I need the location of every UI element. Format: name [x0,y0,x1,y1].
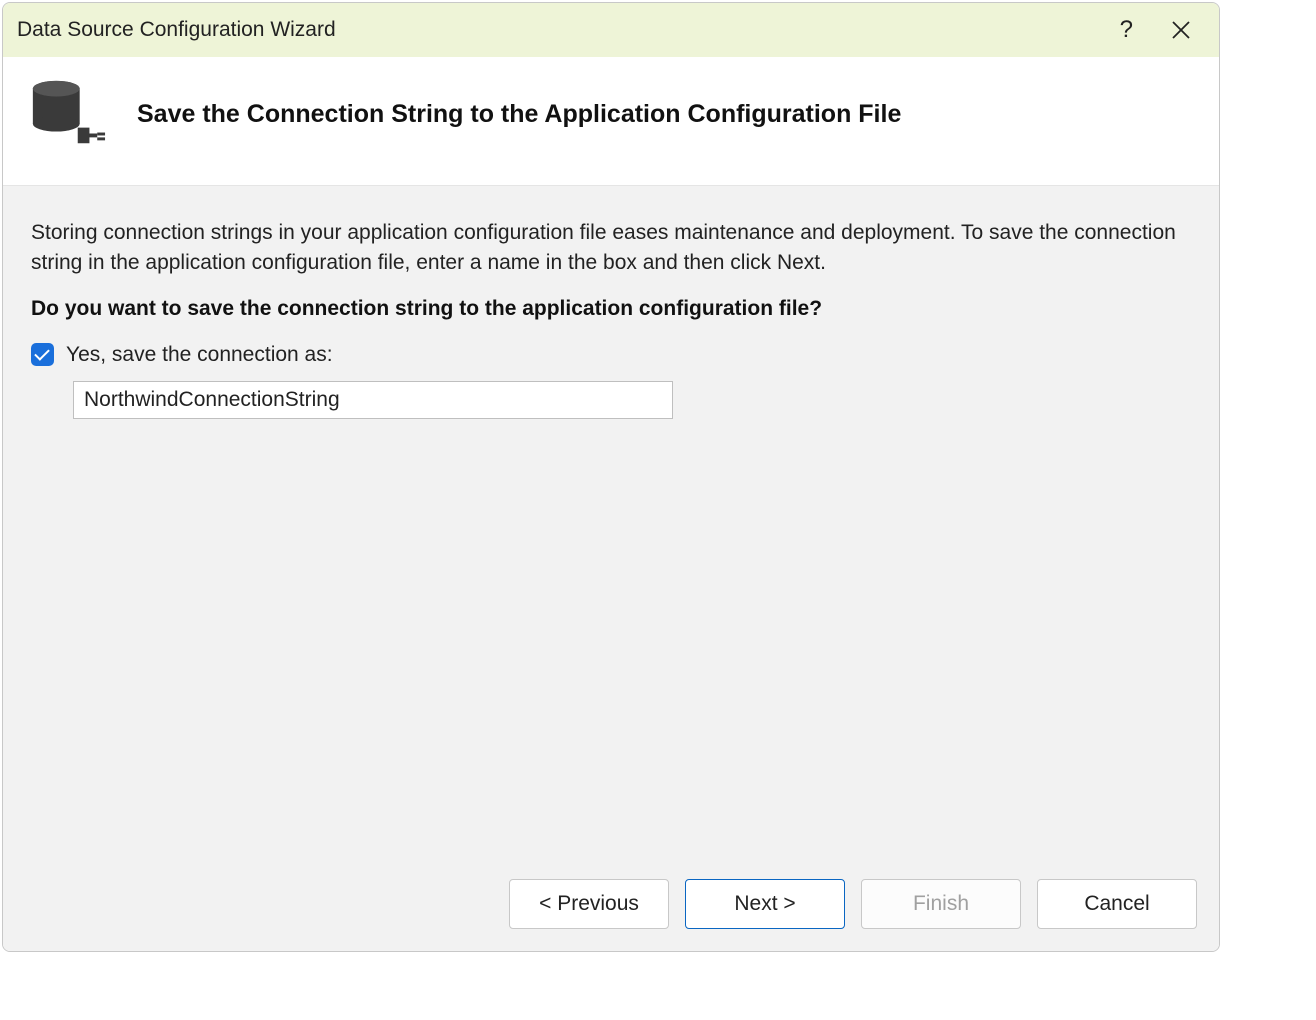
titlebar-controls: ? [1116,12,1205,48]
next-button[interactable]: Next > [685,879,845,929]
description-text: Storing connection strings in your appli… [31,218,1191,279]
question-text: Do you want to save the connection strin… [31,297,1191,321]
help-icon: ? [1120,16,1133,44]
content-area: Storing connection strings in your appli… [3,186,1219,861]
wizard-window: Data Source Configuration Wizard ? [2,2,1220,952]
window-title: Data Source Configuration Wizard [17,18,1116,42]
connection-name-input[interactable] [73,381,673,419]
close-button[interactable] [1167,16,1195,44]
page-title: Save the Connection String to the Applic… [137,100,901,129]
save-connection-checkbox[interactable] [31,343,54,366]
footer-buttons: < Previous Next > Finish Cancel [3,861,1219,951]
finish-button: Finish [861,879,1021,929]
cancel-button[interactable]: Cancel [1037,879,1197,929]
help-button[interactable]: ? [1116,12,1137,48]
save-connection-row: Yes, save the connection as: [31,343,1191,367]
previous-button[interactable]: < Previous [509,879,669,929]
database-connection-icon [27,79,107,149]
titlebar: Data Source Configuration Wizard ? [3,3,1219,57]
wizard-header: Save the Connection String to the Applic… [3,57,1219,186]
save-connection-label[interactable]: Yes, save the connection as: [66,343,333,367]
close-icon [1171,20,1191,40]
